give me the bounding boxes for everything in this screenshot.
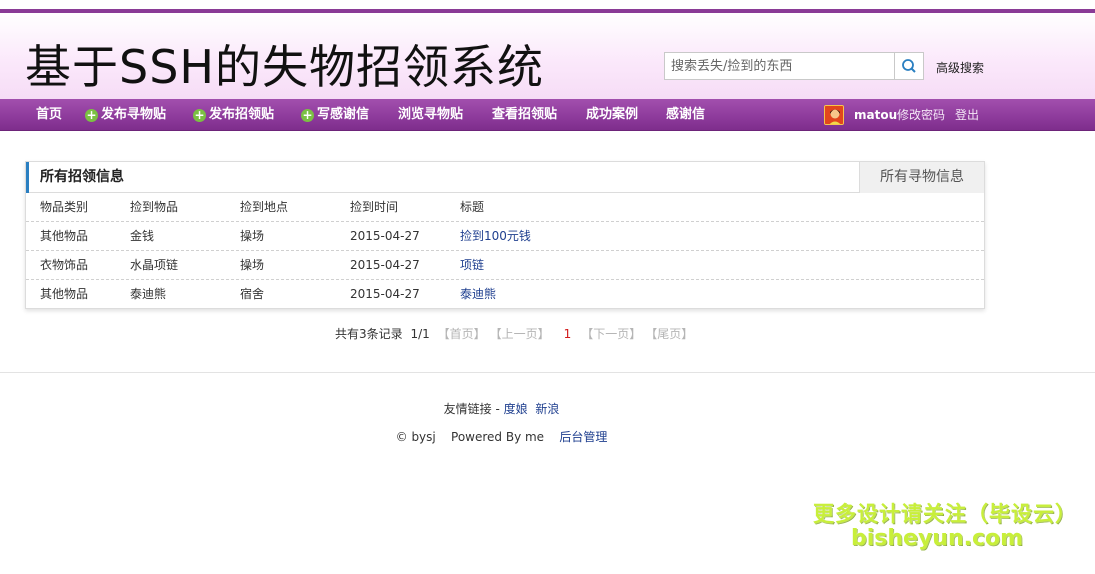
table-cell: 泰迪熊 <box>130 287 167 301</box>
nav-item-label: 写感谢信 <box>317 107 370 122</box>
nav-item-success-cases[interactable]: 成功案例 <box>586 99 638 131</box>
item-title-link[interactable]: 泰迪熊 <box>460 280 496 309</box>
nav-item-label: 首页 <box>36 107 63 122</box>
nav-item-view-found[interactable]: 查看招领贴 <box>492 99 557 131</box>
search-icon <box>902 59 916 73</box>
table-cell: 操场 <box>240 229 265 243</box>
table-cell: 金钱 <box>130 229 155 243</box>
friend-link-duniang[interactable]: 度娘 <box>504 402 528 416</box>
search-input[interactable] <box>664 52 895 80</box>
panel-header: 所有招领信息 所有寻物信息 <box>26 162 984 193</box>
table-cell: 2015-04-27 <box>350 258 420 272</box>
next-page-link[interactable]: 【下一页】 <box>581 326 641 342</box>
copyright-text: © bysj <box>395 430 436 444</box>
pagination: 共有3条记录 1/1 【首页】 【上一页】 1 【下一页】 【尾页】 <box>335 326 697 342</box>
table-row: 其他物品 金钱 操场 2015-04-27 捡到100元钱 <box>26 222 984 251</box>
plus-icon: + <box>193 107 206 122</box>
nav-item-post-lost[interactable]: + 发布寻物贴 <box>85 99 166 131</box>
copyright-line: © bysj Powered By me 后台管理 <box>0 428 1003 445</box>
table-cell: 衣物饰品 <box>40 258 89 272</box>
first-page-link[interactable]: 【首页】 <box>438 326 486 342</box>
admin-link[interactable]: 后台管理 <box>559 430 607 444</box>
logout-link[interactable]: 登出 <box>955 99 979 131</box>
table-cell: 其他物品 <box>40 287 89 301</box>
table-cell: 其他物品 <box>40 229 89 243</box>
watermark-line2: bisheyun.com <box>851 526 1024 551</box>
table-cell: 操场 <box>240 258 265 272</box>
column-header: 捡到地点 <box>240 200 289 214</box>
table-row: 其他物品 泰迪熊 宿舍 2015-04-27 泰迪熊 <box>26 280 984 309</box>
search-button[interactable] <box>894 52 924 80</box>
nav-item-write-thanks[interactable]: + 写感谢信 <box>301 99 369 131</box>
footer-divider <box>0 372 1095 373</box>
advanced-search-link[interactable]: 高级搜索 <box>936 59 984 76</box>
friend-links-label: 友情链接 - <box>443 402 500 416</box>
avatar[interactable] <box>824 105 844 125</box>
table-header-row: 物品类别 捡到物品 捡到地点 捡到时间 标题 <box>26 193 984 222</box>
page-indicator: 1/1 <box>410 327 430 341</box>
plus-icon: + <box>85 107 98 122</box>
item-title-link[interactable]: 项链 <box>460 251 484 280</box>
watermark-line1: 更多设计请关注（毕设云） <box>813 502 1077 526</box>
powered-by-text: Powered By me <box>451 430 545 444</box>
nav-item-thanks-letters[interactable]: 感谢信 <box>666 99 705 131</box>
nav-item-label: 查看招领贴 <box>492 107 558 122</box>
nav-item-label: 发布寻物贴 <box>101 107 167 122</box>
current-page: 1 <box>563 327 572 341</box>
column-header: 物品类别 <box>40 200 89 214</box>
site-title: 基于SSH的失物招领系统 <box>25 40 544 94</box>
nav-item-browse-lost[interactable]: 浏览寻物贴 <box>398 99 463 131</box>
friend-links: 友情链接 - 度娘 新浪 <box>0 400 1003 417</box>
panel-title: 所有招领信息 <box>26 162 124 193</box>
plus-icon: + <box>301 107 314 122</box>
found-items-panel: 所有招领信息 所有寻物信息 物品类别 捡到物品 捡到地点 捡到时间 标题 其他物… <box>25 161 985 309</box>
friend-link-sina[interactable]: 新浪 <box>535 402 559 416</box>
site-header: 基于SSH的失物招领系统 <box>0 13 1095 99</box>
nav-item-label: 感谢信 <box>666 107 706 122</box>
table-cell: 2015-04-27 <box>350 287 420 301</box>
record-count: 共有3条记录 <box>335 327 403 341</box>
column-header: 捡到物品 <box>130 200 179 214</box>
main-nav: 首页 + 发布寻物贴 + 发布招领贴 + 写感谢信 浏览寻物贴 查看招领贴 成功… <box>0 99 1095 131</box>
nav-item-label: 成功案例 <box>586 107 639 122</box>
column-header: 捡到时间 <box>350 200 399 214</box>
change-password-link[interactable]: 修改密码 <box>897 99 945 131</box>
table-cell: 宿舍 <box>240 287 265 301</box>
last-page-link[interactable]: 【尾页】 <box>645 326 693 342</box>
nav-item-post-found[interactable]: + 发布招领贴 <box>193 99 274 131</box>
table-cell: 水晶项链 <box>130 258 179 272</box>
nav-item-label: 发布招领贴 <box>209 107 275 122</box>
tab-all-lost-items[interactable]: 所有寻物信息 <box>859 162 984 193</box>
nav-item-home[interactable]: 首页 <box>36 99 62 131</box>
user-avatar-icon <box>825 106 843 124</box>
table-cell: 2015-04-27 <box>350 229 420 243</box>
table-row: 衣物饰品 水晶项链 操场 2015-04-27 项链 <box>26 251 984 280</box>
column-header: 标题 <box>460 200 485 214</box>
username[interactable]: matou <box>854 99 897 131</box>
item-title-link[interactable]: 捡到100元钱 <box>460 222 531 251</box>
nav-item-label: 浏览寻物贴 <box>398 107 464 122</box>
prev-page-link[interactable]: 【上一页】 <box>490 326 550 342</box>
